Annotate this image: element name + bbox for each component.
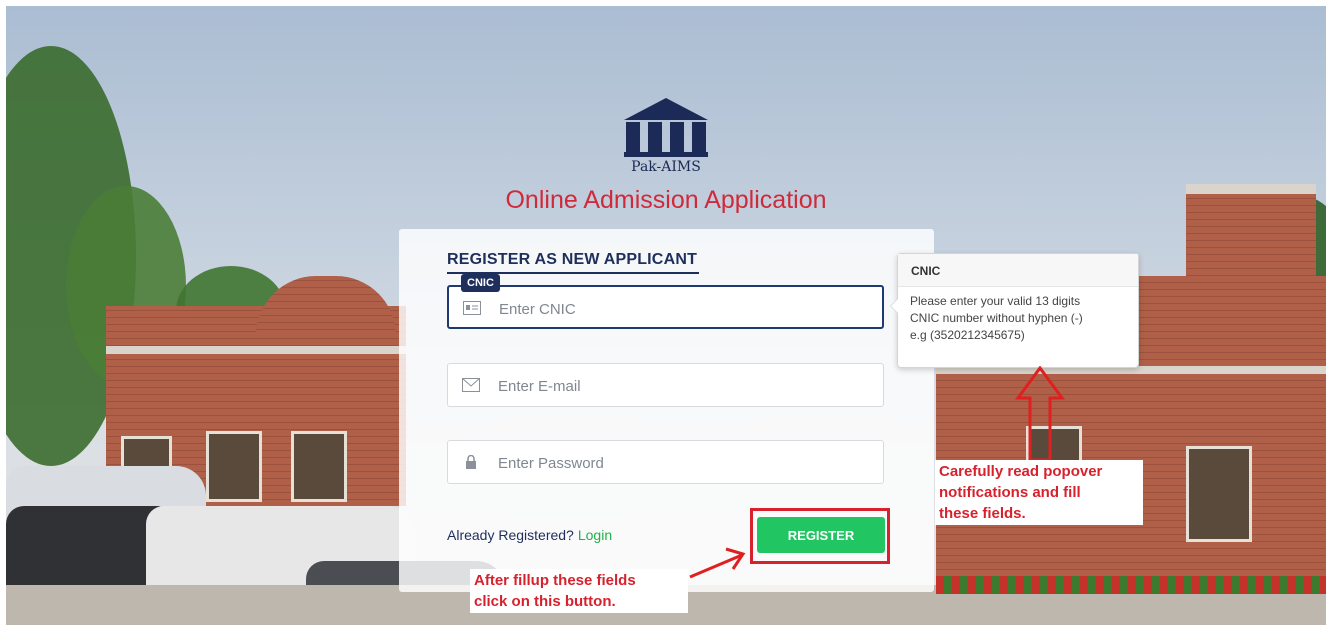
password-input[interactable] (496, 447, 870, 479)
button-annotation-note: After fillup these fields click on this … (470, 569, 688, 613)
annotation-line: click on this button. (474, 593, 616, 610)
cnic-popover: CNIC Please enter your valid 13 digits C… (890, 253, 1139, 368)
window (206, 431, 262, 502)
logo-column (692, 122, 706, 152)
logo-column (670, 122, 684, 152)
window (291, 431, 347, 502)
annotation-line: these fields. (939, 505, 1026, 522)
email-field[interactable] (447, 363, 884, 407)
envelope-icon (462, 378, 480, 392)
logo-roof (624, 98, 708, 120)
form-heading: REGISTER AS NEW APPLICANT (447, 251, 698, 268)
flower-bed (936, 576, 1326, 594)
password-field[interactable] (447, 440, 884, 484)
annotation-pointer-arrow (689, 547, 746, 579)
page-title: Online Admission Application (505, 186, 827, 214)
already-registered: Already Registered? Login (447, 527, 612, 543)
popover-body-line: CNIC number without hyphen (-) (910, 311, 1083, 325)
annotation-line: Carefully read popover (939, 463, 1103, 480)
building-left-cornice (106, 346, 406, 354)
email-input[interactable] (496, 370, 870, 402)
cnic-input[interactable] (497, 293, 871, 325)
logo-text: Pak-AIMS (631, 159, 701, 175)
annotation-line: After fillup these fields (474, 572, 636, 589)
annotation-line: notifications and fill (939, 484, 1081, 501)
logo-column (626, 122, 640, 152)
popover-title: CNIC (898, 254, 1138, 287)
id-card-icon (463, 301, 481, 315)
popover-annotation-note: Carefully read popover notifications and… (935, 460, 1143, 525)
logo-column (648, 122, 662, 152)
popover-body-line: e.g (3520212345675) (910, 328, 1025, 342)
logo-base (624, 152, 708, 157)
window (1186, 446, 1252, 542)
popover-body: Please enter your valid 13 digits CNIC n… (898, 287, 1138, 344)
lock-icon (462, 454, 480, 469)
pak-aims-logo: Pak-AIMS (624, 98, 708, 178)
register-button[interactable]: REGISTER (757, 517, 885, 553)
already-registered-text: Already Registered? (447, 527, 574, 543)
popover-arrow-fill (891, 298, 899, 314)
annotation-up-arrow (1015, 366, 1065, 462)
popover-body-line: Please enter your valid 13 digits (910, 294, 1081, 308)
cnic-field-label: CNIC (461, 274, 500, 292)
register-card: REGISTER AS NEW APPLICANT CNIC Already R… (399, 229, 934, 592)
login-link[interactable]: Login (578, 527, 612, 543)
cnic-field[interactable] (447, 285, 884, 329)
